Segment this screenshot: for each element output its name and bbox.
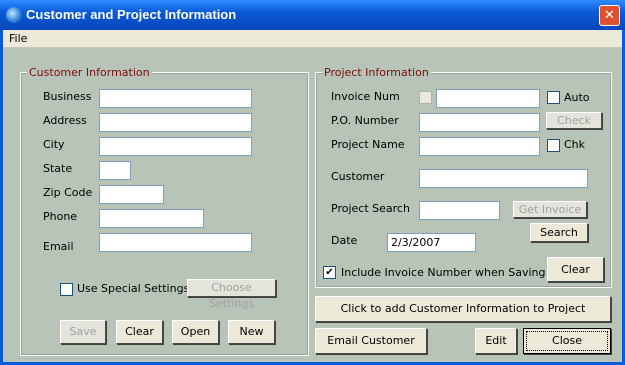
app-window: Customer and Project Information ✕ File … [0, 0, 625, 365]
email-customer-label: Email Customer [327, 334, 415, 347]
project-name-label: Project Name [331, 138, 405, 151]
customer-field[interactable] [419, 169, 588, 188]
save-label: Save [69, 325, 97, 338]
email-field[interactable] [99, 233, 252, 252]
phone-field[interactable] [99, 209, 204, 228]
business-field[interactable] [99, 89, 252, 108]
auto-checkbox[interactable] [547, 91, 560, 104]
window-close-button[interactable]: ✕ [599, 5, 620, 26]
menu-bar: File [3, 30, 622, 48]
invoice-num-field[interactable] [436, 89, 540, 108]
city-label: City [43, 138, 65, 151]
state-label: State [43, 162, 73, 175]
phone-label: Phone [43, 210, 78, 223]
zip-code-label: Zip Code [43, 186, 93, 199]
invoice-num-label: Invoice Num [331, 90, 400, 103]
project-search-label: Project Search [331, 202, 410, 215]
po-number-label: P.O. Number [331, 114, 399, 127]
project-clear-label: Clear [561, 263, 590, 276]
address-field[interactable] [99, 113, 252, 132]
po-number-field[interactable] [419, 113, 540, 132]
date-field[interactable]: 2/3/2007 [387, 233, 476, 252]
date-label: Date [331, 234, 358, 247]
edit-label: Edit [485, 334, 507, 347]
use-special-settings-label: Use Special Settings [77, 282, 190, 295]
save-button[interactable]: Save [60, 320, 106, 344]
customer-information-legend: Customer Information [27, 66, 152, 79]
globe-icon [6, 7, 22, 23]
customer-clear-label: Clear [125, 325, 154, 338]
state-field[interactable] [99, 161, 131, 180]
business-label: Business [43, 90, 92, 103]
client-area: File Customer Information Business Addre… [3, 30, 622, 362]
add-customer-to-project-label: Click to add Customer Information to Pro… [340, 302, 586, 315]
invoice-lock-checkbox [419, 91, 432, 104]
open-button[interactable]: Open [172, 320, 219, 344]
project-clear-button[interactable]: Clear [547, 257, 604, 282]
new-button[interactable]: New [228, 320, 275, 344]
title-bar[interactable]: Customer and Project Information ✕ [0, 0, 625, 30]
search-button[interactable]: Search [530, 223, 588, 242]
check-button[interactable]: Check [546, 112, 602, 129]
address-label: Address [43, 114, 87, 127]
project-name-field[interactable] [419, 137, 540, 156]
search-label: Search [540, 226, 578, 239]
customer-clear-button[interactable]: Clear [116, 320, 163, 344]
add-customer-to-project-button[interactable]: Click to add Customer Information to Pro… [315, 296, 611, 322]
chk-label: Chk [564, 138, 586, 151]
use-special-settings-checkbox[interactable] [60, 283, 73, 296]
window-title: Customer and Project Information [26, 7, 237, 22]
get-invoice-label: Get Invoice [518, 203, 582, 216]
check-label: Check [557, 114, 591, 127]
new-label: New [239, 325, 264, 338]
include-invoice-checkbox[interactable]: ✔ [323, 266, 336, 279]
project-search-field[interactable] [419, 201, 500, 220]
edit-button[interactable]: Edit [475, 328, 517, 354]
checkmark-icon: ✔ [325, 267, 334, 278]
project-information-legend: Project Information [322, 66, 431, 79]
city-field[interactable] [99, 137, 252, 156]
choose-settings-button[interactable]: Choose Settings [187, 279, 276, 310]
email-label: Email [43, 240, 74, 253]
open-label: Open [180, 325, 211, 338]
auto-label: Auto [564, 91, 590, 104]
include-invoice-label: Include Invoice Number when Saving [341, 266, 546, 279]
get-invoice-button[interactable]: Get Invoice [513, 201, 587, 218]
menu-file[interactable]: File [9, 32, 27, 45]
close-label: Close [552, 334, 582, 347]
customer-label: Customer [331, 170, 385, 183]
chk-checkbox[interactable] [547, 139, 560, 152]
zip-code-field[interactable] [99, 185, 164, 204]
email-customer-button[interactable]: Email Customer [315, 328, 427, 354]
close-button[interactable]: Close [523, 328, 611, 354]
choose-settings-label: Choose Settings [208, 281, 255, 310]
